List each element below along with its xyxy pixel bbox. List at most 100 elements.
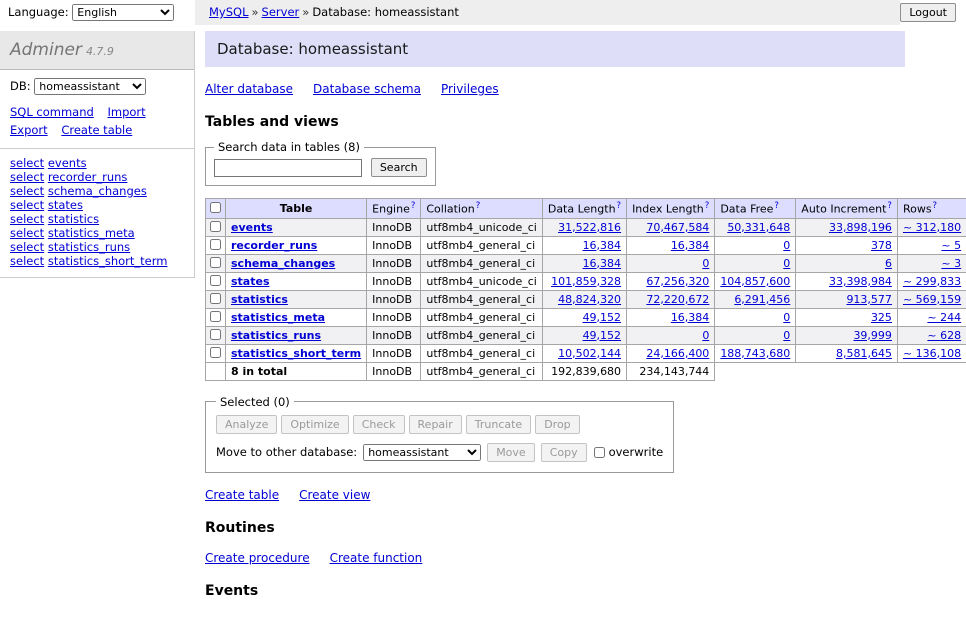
row-checkbox[interactable] <box>210 275 221 286</box>
sidebar-table-link-statistics-runs[interactable]: statistics_runs <box>48 240 130 254</box>
help-link[interactable]: ? <box>933 201 938 211</box>
rows-link[interactable]: ~ 312,180 <box>903 221 961 234</box>
rows-link[interactable]: ~ 299,833 <box>903 275 961 288</box>
auto-increment-link[interactable]: 33,398,984 <box>829 275 892 288</box>
copy-button[interactable]: Copy <box>541 443 587 462</box>
data-free-link[interactable]: 0 <box>783 239 790 252</box>
truncate-button[interactable]: Truncate <box>466 415 531 434</box>
sidebar-table-link-statistics[interactable]: statistics <box>48 212 99 226</box>
drop-button[interactable]: Drop <box>535 415 579 434</box>
app-name-link[interactable]: Adminer <box>10 40 82 60</box>
move-db-select[interactable]: homeassistant <box>363 444 481 461</box>
create-function-link[interactable]: Create function <box>330 551 423 565</box>
sidebar-select-link[interactable]: select <box>10 226 44 240</box>
language-select[interactable]: English <box>72 4 174 21</box>
row-checkbox[interactable] <box>210 347 221 358</box>
table-name-link-recorder-runs[interactable]: recorder_runs <box>231 239 317 252</box>
auto-increment-link[interactable]: 8,581,645 <box>836 347 892 360</box>
breadcrumb-server-link[interactable]: Server <box>262 5 300 19</box>
rows-link[interactable]: ~ 244 <box>927 311 961 324</box>
row-checkbox[interactable] <box>210 239 221 250</box>
index-length-link[interactable]: 67,256,320 <box>646 275 709 288</box>
alter-database-link[interactable]: Alter database <box>205 82 293 96</box>
table-name-link-states[interactable]: states <box>231 275 270 288</box>
sidebar-table-link-states[interactable]: states <box>48 198 83 212</box>
move-button[interactable]: Move <box>487 443 535 462</box>
breadcrumb-mysql-link[interactable]: MySQL <box>209 5 249 19</box>
database-schema-link[interactable]: Database schema <box>313 82 421 96</box>
db-select[interactable]: homeassistant <box>34 78 146 95</box>
index-length-link[interactable]: 16,384 <box>671 239 710 252</box>
table-name-link-statistics[interactable]: statistics <box>231 293 288 306</box>
search-input[interactable] <box>214 159 362 177</box>
data-free-link[interactable]: 0 <box>783 311 790 324</box>
table-name-link-statistics-short-term[interactable]: statistics_short_term <box>231 347 361 360</box>
create-view-link[interactable]: Create view <box>299 488 370 502</box>
sidebar-table-link-statistics-short-term[interactable]: statistics_short_term <box>48 254 168 268</box>
auto-increment-link[interactable]: 33,898,196 <box>829 221 892 234</box>
privileges-link[interactable]: Privileges <box>441 82 499 96</box>
data-free-link[interactable]: 188,743,680 <box>720 347 790 360</box>
rows-link[interactable]: ~ 628 <box>927 329 961 342</box>
index-length-link[interactable]: 72,220,672 <box>646 293 709 306</box>
create-table-link[interactable]: Create table <box>61 123 132 137</box>
sidebar-select-link[interactable]: select <box>10 198 44 212</box>
data-free-link[interactable]: 104,857,600 <box>720 275 790 288</box>
data-length-link[interactable]: 49,152 <box>583 329 622 342</box>
auto-increment-link[interactable]: 913,577 <box>846 293 892 306</box>
auto-increment-link[interactable]: 378 <box>871 239 892 252</box>
repair-button[interactable]: Repair <box>409 415 462 434</box>
sidebar-select-link[interactable]: select <box>10 156 44 170</box>
sidebar-select-link[interactable]: select <box>10 184 44 198</box>
table-name-link-statistics-meta[interactable]: statistics_meta <box>231 311 325 324</box>
sidebar-select-link[interactable]: select <box>10 212 44 226</box>
index-length-link[interactable]: 0 <box>702 257 709 270</box>
row-checkbox[interactable] <box>210 311 221 322</box>
data-free-link[interactable]: 0 <box>783 329 790 342</box>
index-length-link[interactable]: 0 <box>702 329 709 342</box>
auto-increment-link[interactable]: 6 <box>885 257 892 270</box>
help-link[interactable]: ? <box>887 201 892 211</box>
optimize-button[interactable]: Optimize <box>281 415 348 434</box>
data-free-link[interactable]: 0 <box>783 257 790 270</box>
index-length-link[interactable]: 24,166,400 <box>646 347 709 360</box>
sidebar-table-link-schema-changes[interactable]: schema_changes <box>48 184 147 198</box>
export-link[interactable]: Export <box>10 123 48 137</box>
help-link[interactable]: ? <box>617 201 622 211</box>
auto-increment-link[interactable]: 39,999 <box>853 329 892 342</box>
sidebar-table-link-recorder-runs[interactable]: recorder_runs <box>48 170 128 184</box>
analyze-button[interactable]: Analyze <box>216 415 277 434</box>
row-checkbox[interactable] <box>210 329 221 340</box>
data-length-link[interactable]: 49,152 <box>583 311 622 324</box>
data-length-link[interactable]: 16,384 <box>583 257 622 270</box>
rows-link[interactable]: ~ 5 <box>941 239 961 252</box>
rows-link[interactable]: ~ 136,108 <box>903 347 961 360</box>
help-link[interactable]: ? <box>411 201 416 211</box>
data-free-link[interactable]: 50,331,648 <box>727 221 790 234</box>
sidebar-table-link-statistics-meta[interactable]: statistics_meta <box>48 226 135 240</box>
rows-link[interactable]: ~ 569,159 <box>903 293 961 306</box>
help-link[interactable]: ? <box>476 201 481 211</box>
row-checkbox[interactable] <box>210 221 221 232</box>
data-length-link[interactable]: 101,859,328 <box>551 275 621 288</box>
overwrite-checkbox[interactable] <box>594 447 605 458</box>
check-button[interactable]: Check <box>353 415 405 434</box>
auto-increment-link[interactable]: 325 <box>871 311 892 324</box>
index-length-link[interactable]: 70,467,584 <box>646 221 709 234</box>
data-length-link[interactable]: 10,502,144 <box>558 347 621 360</box>
index-length-link[interactable]: 16,384 <box>671 311 710 324</box>
sidebar-table-link-events[interactable]: events <box>48 156 87 170</box>
import-link[interactable]: Import <box>107 105 145 119</box>
help-link[interactable]: ? <box>705 201 710 211</box>
table-name-link-events[interactable]: events <box>231 221 273 234</box>
data-length-link[interactable]: 48,824,320 <box>558 293 621 306</box>
search-button[interactable]: Search <box>371 158 427 177</box>
data-length-link[interactable]: 31,522,816 <box>558 221 621 234</box>
create-procedure-link[interactable]: Create procedure <box>205 551 310 565</box>
select-all-checkbox[interactable] <box>210 202 221 213</box>
sql-command-link[interactable]: SQL command <box>10 105 94 119</box>
logout-button[interactable]: Logout <box>900 3 956 22</box>
row-checkbox[interactable] <box>210 293 221 304</box>
help-link[interactable]: ? <box>774 201 779 211</box>
row-checkbox[interactable] <box>210 257 221 268</box>
